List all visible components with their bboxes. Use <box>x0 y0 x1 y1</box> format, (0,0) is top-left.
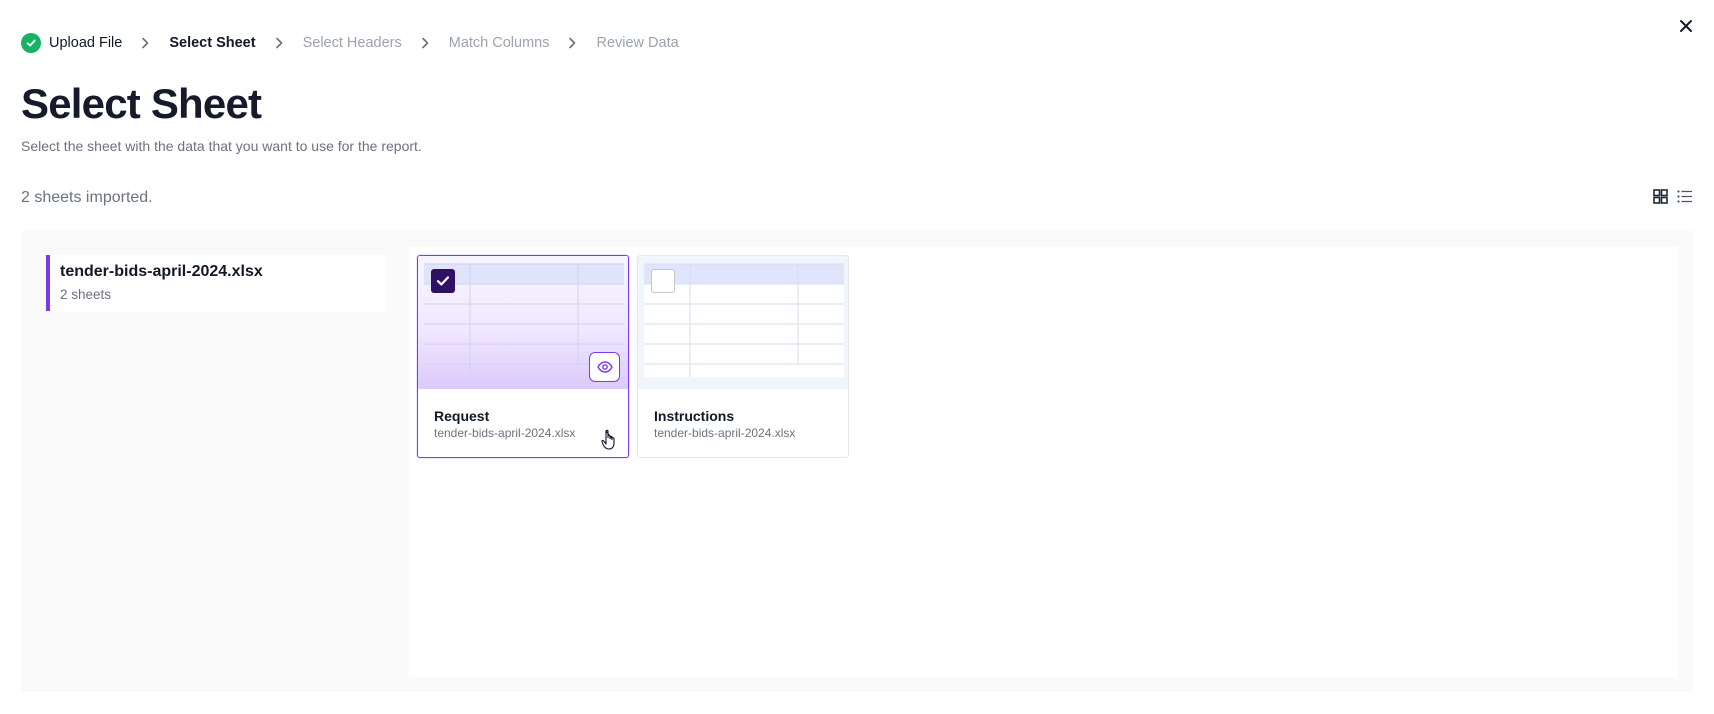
step-label: Select Sheet <box>169 35 256 51</box>
grid-view-button[interactable] <box>1653 189 1668 204</box>
page-subtitle: Select the sheet with the data that you … <box>21 138 422 154</box>
step-upload-file[interactable]: Upload File <box>21 33 122 53</box>
chevron-right-icon <box>417 35 433 51</box>
sheet-checkbox[interactable] <box>651 269 675 293</box>
sheet-name: Instructions <box>654 408 735 424</box>
file-name: tender-bids-april-2024.xlsx <box>60 263 263 280</box>
list-view-icon <box>1677 190 1692 203</box>
eye-icon <box>596 361 613 373</box>
chevron-right-icon <box>564 35 580 51</box>
step-select-sheet[interactable]: Select Sheet <box>169 35 255 51</box>
file-list-item[interactable]: tender-bids-april-2024.xlsx 2 sheets <box>46 255 386 311</box>
close-icon <box>1680 20 1692 32</box>
check-circle-icon <box>21 33 41 53</box>
sheet-name: Request <box>434 408 490 424</box>
list-view-button[interactable] <box>1677 189 1693 204</box>
step-label: Review Data <box>596 35 679 51</box>
file-sheet-count: 2 sheets <box>60 287 112 302</box>
imported-count: 2 sheets imported. <box>21 189 153 206</box>
sheet-file-name: tender-bids-april-2024.xlsx <box>434 426 576 440</box>
step-select-headers: Select Headers <box>303 35 402 51</box>
hand-pointer-icon <box>601 429 617 451</box>
sheet-file-name: tender-bids-april-2024.xlsx <box>654 426 796 440</box>
step-review-data: Review Data <box>596 35 678 51</box>
step-label: Upload File <box>49 35 123 51</box>
step-match-columns: Match Columns <box>449 35 550 51</box>
chevron-right-icon <box>137 35 153 51</box>
sheets-panel: Request tender-bids-april-2024.xlsx Inst… <box>409 247 1678 677</box>
check-icon <box>436 276 450 286</box>
sheet-card-request[interactable]: Request tender-bids-april-2024.xlsx <box>417 255 629 458</box>
grid-view-icon <box>1653 189 1668 204</box>
page-title: Select Sheet <box>21 80 262 127</box>
chevron-right-icon <box>271 35 287 51</box>
step-label: Select Headers <box>302 35 402 51</box>
sheet-card-instructions[interactable]: Instructions tender-bids-april-2024.xlsx <box>637 255 849 458</box>
close-button[interactable] <box>1676 16 1696 36</box>
preview-sheet-button[interactable] <box>589 352 620 382</box>
breadcrumb-stepper: Upload File Select Sheet Select Headers … <box>21 33 679 53</box>
step-label: Match Columns <box>448 35 550 51</box>
sheet-selection-workspace: tender-bids-april-2024.xlsx 2 sheets Req… <box>21 230 1693 692</box>
sheet-checkbox[interactable] <box>431 269 455 293</box>
